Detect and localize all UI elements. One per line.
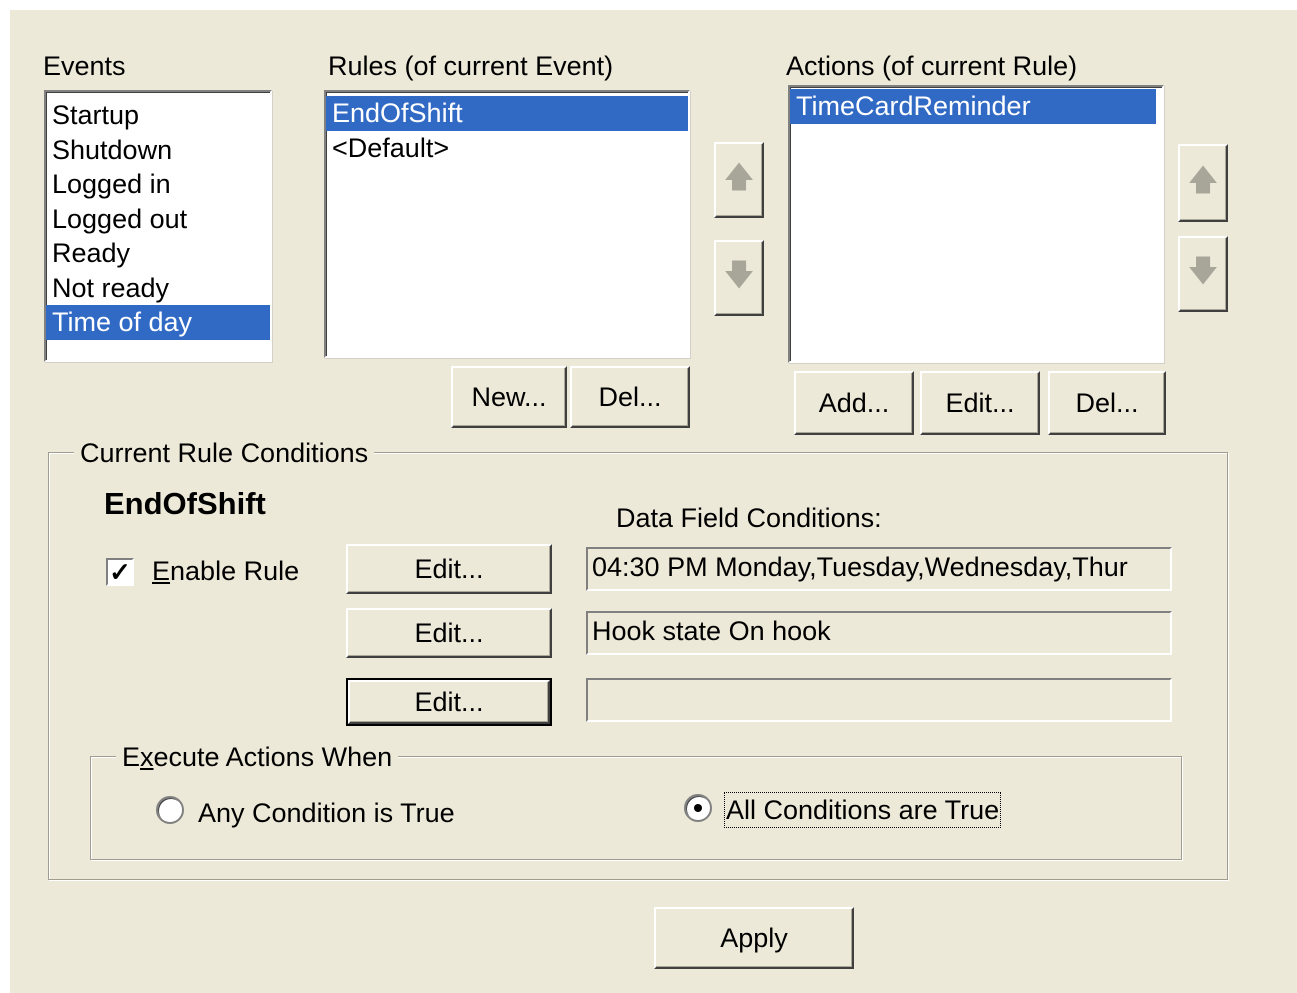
rules-listbox[interactable]: EndOfShift <Default> <box>324 90 690 358</box>
condition-3-field <box>586 678 1172 722</box>
edit-condition-1-button[interactable]: Edit... <box>346 544 552 594</box>
delete-rule-button[interactable]: Del... <box>570 366 690 428</box>
action-item-timecardreminder[interactable]: TimeCardReminder <box>790 89 1156 124</box>
actions-label: Actions (of current Rule) <box>786 51 1078 81</box>
condition-2-field: Hook state On hook <box>586 611 1172 655</box>
condition-1-field: 04:30 PM Monday,Tuesday,Wednesday,Thur <box>586 547 1172 591</box>
arrow-up-icon: 🡅 <box>1187 163 1219 197</box>
action-move-down-button[interactable]: 🡇 <box>1178 236 1228 312</box>
apply-button[interactable]: Apply <box>654 907 854 969</box>
arrow-down-icon: 🡇 <box>723 258 755 292</box>
data-field-conditions-label: Data Field Conditions: <box>616 503 882 533</box>
delete-action-button[interactable]: Del... <box>1048 371 1166 435</box>
execute-actions-when-title: Execute Actions When <box>116 741 399 773</box>
rule-item-endofshift[interactable]: EndOfShift <box>326 96 688 131</box>
rules-label: Rules (of current Event) <box>328 51 614 81</box>
actions-listbox[interactable]: TimeCardReminder <box>788 85 1164 363</box>
all-conditions-label[interactable]: All Conditions are True <box>723 792 1002 828</box>
event-item-logged-out[interactable]: Logged out <box>46 202 270 237</box>
current-rule-conditions-title: Current Rule Conditions <box>74 437 375 469</box>
event-item-logged-in[interactable]: Logged in <box>46 167 270 202</box>
edit-condition-2-button[interactable]: Edit... <box>346 608 552 658</box>
current-rule-name: EndOfShift <box>104 486 266 521</box>
action-move-up-button[interactable]: 🡅 <box>1178 144 1228 222</box>
new-rule-button[interactable]: New... <box>451 366 567 428</box>
rule-item-default[interactable]: <Default> <box>326 131 688 166</box>
event-item-ready[interactable]: Ready <box>46 236 270 271</box>
checkmark-icon: ✓ <box>109 557 131 587</box>
event-item-shutdown[interactable]: Shutdown <box>46 133 270 168</box>
all-conditions-radio[interactable] <box>684 794 712 822</box>
events-listbox[interactable]: Startup Shutdown Logged in Logged out Re… <box>44 90 272 362</box>
any-condition-radio[interactable] <box>156 796 184 824</box>
event-item-startup[interactable]: Startup <box>46 98 270 133</box>
event-item-not-ready[interactable]: Not ready <box>46 271 270 306</box>
edit-condition-3-button[interactable]: Edit... <box>346 678 552 726</box>
arrow-down-icon: 🡇 <box>1187 254 1219 288</box>
radio-dot-icon <box>694 804 702 812</box>
rules-dialog: Events Startup Shutdown Logged in Logged… <box>10 10 1297 993</box>
edit-action-button[interactable]: Edit... <box>920 371 1040 435</box>
enable-rule-label[interactable]: Enable Rule <box>152 555 299 587</box>
rule-move-down-button[interactable]: 🡇 <box>714 240 764 316</box>
events-label: Events <box>43 51 126 81</box>
arrow-up-icon: 🡅 <box>723 160 755 194</box>
rule-move-up-button[interactable]: 🡅 <box>714 142 764 218</box>
event-item-time-of-day[interactable]: Time of day <box>46 305 270 340</box>
any-condition-label[interactable]: Any Condition is True <box>198 797 455 829</box>
enable-rule-checkbox[interactable]: ✓ <box>106 558 134 586</box>
add-action-button[interactable]: Add... <box>794 371 914 435</box>
